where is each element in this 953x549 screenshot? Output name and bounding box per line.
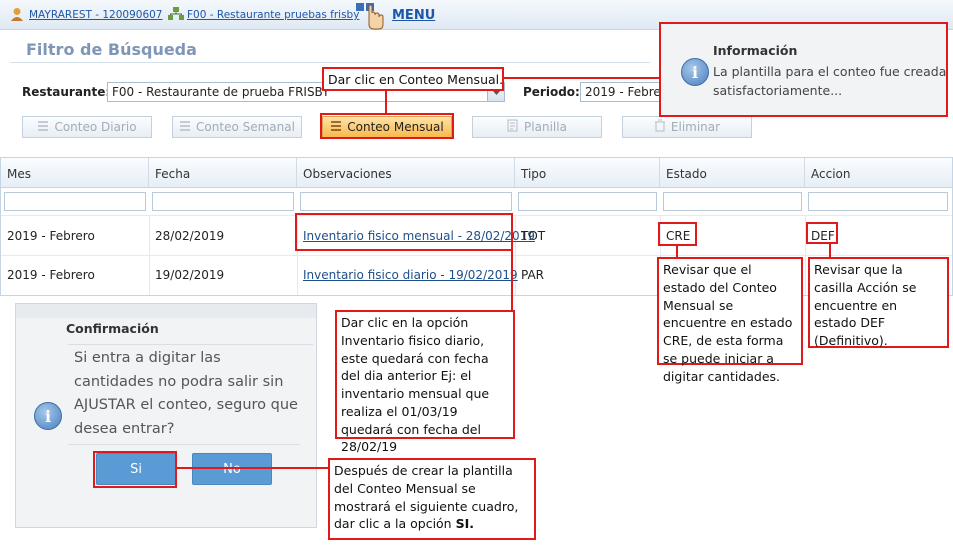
menu-hand-icon[interactable] [355, 2, 387, 33]
period-label: Periodo: [523, 85, 580, 99]
connector-line [511, 250, 513, 311]
column-divider [149, 215, 150, 295]
list-icon [179, 120, 191, 135]
restaurant-icon [168, 7, 184, 24]
column-header-fecha[interactable]: Fecha [149, 158, 297, 188]
connector-line [177, 467, 329, 469]
filter-input-observaciones[interactable] [300, 192, 512, 211]
column-header-observaciones[interactable]: Observaciones [297, 158, 515, 188]
column-header-accion[interactable]: Accion [805, 158, 952, 188]
filter-input-accion[interactable] [808, 192, 948, 211]
conteo-semanal-label: Conteo Semanal [196, 120, 295, 134]
conteo-mensual-highlight [320, 113, 454, 139]
filter-input-tipo[interactable] [518, 192, 657, 211]
no-button[interactable]: No [192, 453, 272, 485]
cell-observaciones-link[interactable]: Inventario fisico diario - 19/02/2019 [303, 268, 518, 282]
annotation-accion: Revisar que la casilla Acción se encuent… [808, 257, 949, 348]
cell-tipo: TOT [521, 229, 546, 243]
restaurant-label: Restaurante: [22, 85, 111, 99]
cell-fecha: 19/02/2019 [155, 268, 225, 282]
confirm-dialog-message: Si entra a digitar las cantidades no pod… [74, 350, 298, 437]
cell-mes: 2019 - Febrero [7, 268, 95, 282]
restaurant-link[interactable]: F00 - Restaurante pruebas frisby [187, 9, 359, 21]
period-select-value: 2019 - Febrero [585, 85, 661, 99]
user-link[interactable]: MAYRAREST - 120090607 [29, 9, 163, 21]
annotation-estado: Revisar que el estado del Conteo Mensual… [657, 257, 803, 384]
annotation-si-text: Después de crear la plantilla del Conteo… [334, 463, 519, 532]
list-icon [37, 120, 49, 135]
annotation-click-monthly: Dar clic en Conteo Mensual. [322, 67, 504, 91]
accion-highlight [806, 222, 838, 244]
conteo-diario-label: Conteo Diario [54, 120, 137, 134]
annotation-observaciones: Dar clic en la opción Inventario fisico … [335, 310, 515, 454]
column-header-tipo[interactable]: Tipo [515, 158, 660, 188]
column-header-estado[interactable]: Estado [660, 158, 805, 188]
delete-icon [654, 119, 666, 135]
restaurant-select-value: F00 - Restaurante de prueba FRISBY [112, 85, 330, 99]
annotation-si-bold: SI. [455, 516, 474, 532]
column-divider [515, 215, 516, 295]
cell-fecha: 28/02/2019 [155, 229, 225, 243]
confirm-dialog-header-strip [16, 304, 316, 318]
confirm-dialog-title: Confirmación [66, 321, 159, 336]
conteo-semanal-button[interactable]: Conteo Semanal [172, 116, 302, 138]
page-title: Filtro de Búsqueda [26, 40, 197, 59]
confirm-buttons-divider [68, 444, 300, 445]
column-header-mes[interactable]: Mes [1, 158, 149, 188]
connector-line [829, 244, 831, 258]
confirm-title-divider [68, 344, 313, 345]
filter-input-fecha[interactable] [152, 192, 294, 211]
si-button-highlight [93, 451, 177, 488]
confirm-dialog: Confirmación i Si entra a digitar las ca… [15, 303, 317, 528]
filter-input-mes[interactable] [4, 192, 146, 211]
conteo-diario-button[interactable]: Conteo Diario [22, 116, 152, 138]
row-divider [1, 255, 952, 256]
eliminar-label: Eliminar [670, 120, 721, 134]
connector-line [503, 77, 660, 79]
info-dialog-highlight [659, 22, 948, 117]
estado-highlight [658, 222, 697, 246]
eliminar-button[interactable]: Eliminar [622, 116, 752, 138]
filter-input-estado[interactable] [663, 192, 802, 211]
document-icon [507, 119, 519, 135]
user-icon [10, 7, 24, 25]
cell-tipo: PAR [521, 268, 545, 282]
title-divider [10, 62, 650, 63]
cell-mes: 2019 - Febrero [7, 229, 95, 243]
menu-link[interactable]: MENU [392, 8, 435, 23]
planilla-button[interactable]: Planilla [472, 116, 602, 138]
planilla-label: Planilla [524, 120, 567, 134]
info-icon: i [34, 402, 62, 430]
period-select[interactable]: 2019 - Febrero [580, 82, 662, 102]
annotation-si: Después de crear la plantilla del Conteo… [328, 458, 536, 540]
connector-line [385, 90, 387, 114]
observaciones-highlight [295, 213, 513, 251]
